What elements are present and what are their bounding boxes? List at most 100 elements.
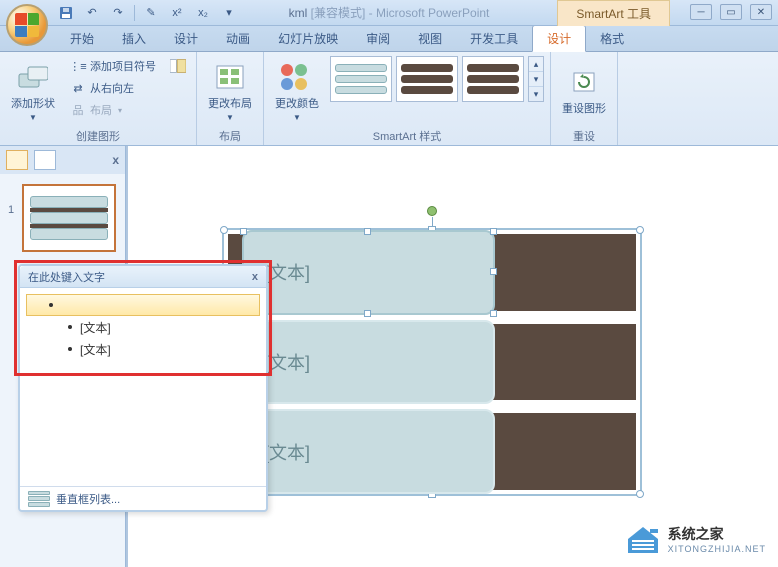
qat-separator: [134, 5, 135, 21]
tab-developer[interactable]: 开发工具: [456, 26, 532, 51]
rotate-handle[interactable]: [427, 206, 437, 216]
text-pane-item-2[interactable]: [文本]: [20, 316, 266, 338]
gallery-up-icon[interactable]: ▴: [529, 57, 543, 72]
subscript-icon[interactable]: x₂: [193, 3, 213, 23]
reset-graphic-button[interactable]: 重设图形: [557, 56, 611, 126]
add-shape-icon: [17, 61, 49, 93]
box-handle[interactable]: [364, 228, 371, 235]
text-pane-item-1[interactable]: [26, 294, 260, 316]
window-controls: ─ ▭ ✕: [690, 4, 772, 20]
tab-animation[interactable]: 动画: [212, 26, 264, 51]
tab-smartart-format[interactable]: 格式: [586, 26, 638, 51]
resize-handle-br[interactable]: [636, 490, 644, 498]
ribbon-tabs: 开始 插入 设计 动画 幻灯片放映 审阅 视图 开发工具 设计 格式: [0, 26, 778, 52]
smartart-row-2[interactable]: [文本]: [228, 324, 636, 401]
tab-smartart-design[interactable]: 设计: [532, 25, 586, 52]
context-tool-label: SmartArt 工具: [557, 0, 670, 26]
gallery-scroll: ▴ ▾ ▾: [528, 56, 544, 102]
bullet-icon: [49, 303, 53, 307]
style-thumb-2[interactable]: [396, 56, 458, 102]
undo-icon[interactable]: ↶: [82, 3, 102, 23]
ribbon: 添加形状 ▼ ⋮≡添加项目符号 ⇄从右向左 品布局▾ 创建图形 更改布局 ▼ 布…: [0, 52, 778, 146]
gallery-more-icon[interactable]: ▾: [529, 87, 543, 101]
resize-handle-tl[interactable]: [220, 226, 228, 234]
add-bullets-button[interactable]: ⋮≡添加项目符号: [66, 56, 160, 76]
change-layout-icon: [214, 61, 246, 93]
slide-thumb-wrap: 1: [0, 174, 125, 262]
text-pane[interactable]: 在此处键入文字 x [文本] [文本] 垂直框列表...: [18, 264, 268, 512]
tab-review[interactable]: 审阅: [352, 26, 404, 51]
watermark-logo-icon: [624, 523, 662, 555]
ribbon-group-reset: 重设图形 重设: [551, 52, 618, 145]
slides-tab[interactable]: [6, 150, 28, 170]
doc-name: kml: [289, 6, 308, 20]
change-layout-button[interactable]: 更改布局 ▼: [203, 56, 257, 126]
box-handle[interactable]: [490, 310, 497, 317]
style-thumb-3[interactable]: [462, 56, 524, 102]
text-pane-item-3[interactable]: [文本]: [20, 338, 266, 360]
tab-insert[interactable]: 插入: [108, 26, 160, 51]
smartart-object[interactable]: ◀ [文本] [文本]: [222, 228, 642, 496]
slide-number: 1: [8, 204, 14, 216]
layout-name: 垂直框列表...: [56, 491, 120, 507]
style-gallery: ▴ ▾ ▾: [330, 56, 544, 102]
gallery-down-icon[interactable]: ▾: [529, 72, 543, 87]
change-layout-label: 更改布局: [208, 95, 252, 111]
text-pane-close-icon[interactable]: x: [252, 271, 258, 283]
close-button[interactable]: ✕: [750, 4, 772, 20]
change-colors-icon: [281, 61, 313, 93]
text-pane-toggle[interactable]: [166, 56, 190, 76]
add-shape-button[interactable]: 添加形状 ▼: [6, 56, 60, 126]
box-handle[interactable]: [490, 268, 497, 275]
tab-slideshow[interactable]: 幻灯片放映: [264, 26, 352, 51]
rtl-button[interactable]: ⇄从右向左: [66, 78, 160, 98]
watermark-name: 系统之家: [668, 524, 766, 544]
clear-format-icon[interactable]: ✎: [141, 3, 161, 23]
smartart-box-2[interactable]: [文本]: [242, 320, 495, 405]
smartart-content: [文本] [文本] [文本]: [228, 234, 636, 490]
change-colors-button[interactable]: 更改颜色 ▼: [270, 56, 324, 126]
box-handle[interactable]: [364, 310, 371, 317]
resize-handle-tr[interactable]: [636, 226, 644, 234]
tab-design[interactable]: 设计: [160, 26, 212, 51]
outline-tab[interactable]: [34, 150, 56, 170]
qat-dropdown-icon[interactable]: ▾: [219, 3, 239, 23]
redo-icon[interactable]: ↷: [108, 3, 128, 23]
group-label-layout: 布局: [203, 126, 257, 144]
group-label-styles: SmartArt 样式: [270, 126, 544, 144]
smartart-row-1[interactable]: [文本]: [228, 234, 636, 311]
superscript-icon[interactable]: x²: [167, 3, 187, 23]
office-button[interactable]: [6, 4, 48, 46]
style-thumb-1[interactable]: [330, 56, 392, 102]
title-bar: ↶ ↷ ✎ x² x₂ ▾ kml [兼容模式] - Microsoft Pow…: [0, 0, 778, 26]
text-pane-body[interactable]: [文本] [文本]: [20, 288, 266, 366]
slide-panel-tabs: x: [0, 146, 125, 174]
tab-home[interactable]: 开始: [56, 26, 108, 51]
text-pane-header[interactable]: 在此处键入文字 x: [20, 266, 266, 288]
ribbon-group-create: 添加形状 ▼ ⋮≡添加项目符号 ⇄从右向左 品布局▾ 创建图形: [0, 52, 197, 145]
quick-access-toolbar: ↶ ↷ ✎ x² x₂ ▾: [56, 3, 239, 23]
text-pane-title: 在此处键入文字: [28, 269, 105, 285]
smartart-row-3[interactable]: [文本]: [228, 413, 636, 490]
group-label-reset: 重设: [557, 126, 611, 144]
slide-thumbnail[interactable]: [22, 184, 116, 252]
maximize-button[interactable]: ▭: [720, 4, 742, 20]
box-handle[interactable]: [490, 228, 497, 235]
box-handle[interactable]: [240, 228, 247, 235]
save-icon[interactable]: [56, 3, 76, 23]
change-colors-label: 更改颜色: [275, 95, 319, 111]
reset-label: 重设图形: [562, 100, 606, 116]
compat-mode: [兼容模式]: [311, 6, 366, 20]
bullets-icon: ⋮≡: [70, 58, 86, 74]
smartart-box-3[interactable]: [文本]: [242, 409, 495, 494]
group-label-create: 创建图形: [6, 126, 190, 144]
tab-view[interactable]: 视图: [404, 26, 456, 51]
smartart-box-1[interactable]: [文本]: [242, 230, 495, 315]
app-name: Microsoft PowerPoint: [376, 6, 489, 20]
text-pane-footer: 垂直框列表...: [20, 486, 266, 510]
panel-close-icon[interactable]: x: [112, 153, 119, 167]
watermark-url: XITONGZHIJIA.NET: [668, 544, 766, 554]
layout-icon: 品: [70, 102, 86, 118]
layout-button[interactable]: 品布局▾: [66, 100, 160, 120]
minimize-button[interactable]: ─: [690, 4, 712, 20]
